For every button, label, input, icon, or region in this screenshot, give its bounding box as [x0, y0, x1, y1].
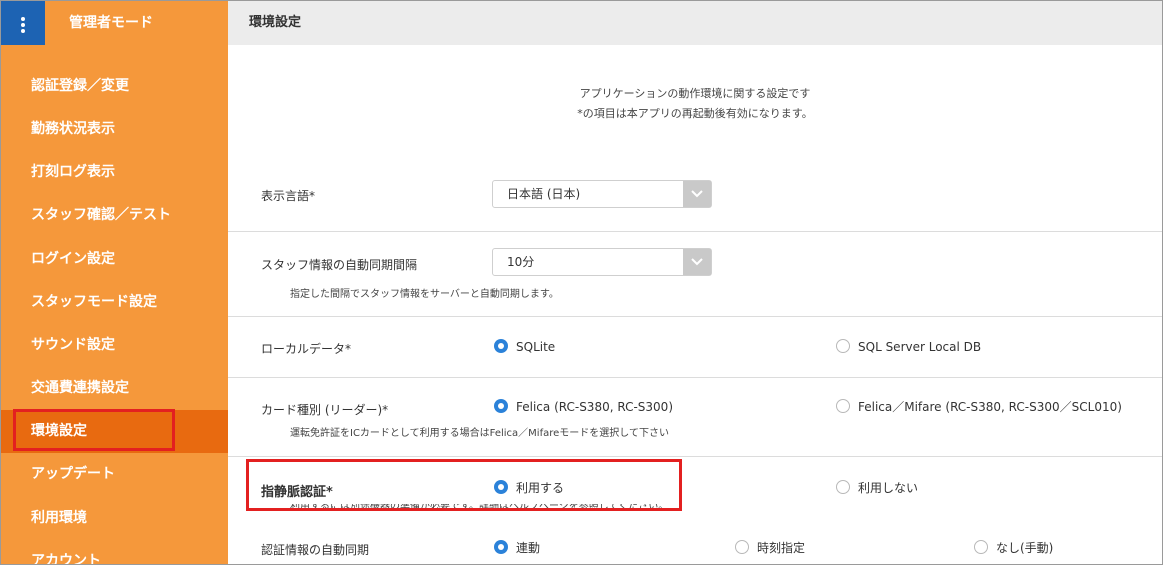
radio-label: SQL Server Local DB — [858, 340, 982, 354]
sidebar: 管理者モード 認証登録／変更 勤務状況表示 打刻ログ表示 スタッフ確認／テスト … — [1, 1, 228, 564]
sidebar-item-transport[interactable]: 交通費連携設定 — [1, 367, 228, 410]
intro-text: アプリケーションの動作環境に関する設定です — [579, 87, 811, 100]
radio-dot — [836, 339, 850, 353]
radio-label: 利用しない — [858, 481, 919, 495]
intro-note: *の項目は本アプリの再起動後有効になります。 — [577, 107, 813, 120]
language-select[interactable]: 日本語 (日本) — [492, 180, 712, 208]
divider — [228, 377, 1162, 378]
sidebar-header: 管理者モード — [1, 1, 228, 45]
divider — [228, 316, 1162, 317]
radio-label: Felica (RC-S380, RC-S300) — [516, 400, 673, 414]
radio-label: 連動 — [516, 541, 541, 555]
highlight-box-sidebar — [13, 409, 175, 451]
divider — [228, 456, 1162, 457]
sidebar-item-update[interactable]: アップデート — [1, 453, 228, 496]
radio-label: SQLite — [516, 340, 556, 354]
radio-felica-mifare[interactable]: Felica／Mifare (RC-S380, RC-S300／SCL010) — [836, 398, 1122, 416]
sync-interval-help: 指定した間隔でスタッフ情報をサーバーと自動同期します。 — [290, 289, 559, 300]
radio-dot — [974, 540, 988, 554]
auth-sync-label: 認証情報の自動同期 — [261, 543, 370, 557]
radio-sync-linked[interactable]: 連動 — [494, 539, 540, 557]
radio-dot — [494, 339, 508, 353]
sidebar-item-login-settings[interactable]: ログイン設定 — [1, 238, 228, 281]
chevron-down-icon[interactable] — [683, 181, 711, 207]
sidebar-item-usage-env[interactable]: 利用環境 — [1, 497, 228, 540]
radio-felica[interactable]: Felica (RC-S380, RC-S300) — [494, 398, 673, 416]
radio-sql-server[interactable]: SQL Server Local DB — [836, 338, 981, 356]
sidebar-item-auth-register[interactable]: 認証登録／変更 — [1, 65, 228, 108]
sidebar-item-staff-test[interactable]: スタッフ確認／テスト — [1, 194, 228, 237]
sidebar-item-staff-mode[interactable]: スタッフモード設定 — [1, 281, 228, 324]
radio-dot — [494, 540, 508, 554]
radio-sync-time[interactable]: 時刻指定 — [735, 539, 805, 557]
chevron-down-icon[interactable] — [683, 249, 711, 275]
sidebar-item-sound[interactable]: サウンド設定 — [1, 324, 228, 367]
sidebar-item-account[interactable]: アカウント — [1, 540, 228, 564]
sidebar-item-work-status[interactable]: 勤務状況表示 — [1, 108, 228, 151]
radio-label: なし(手動) — [996, 541, 1054, 555]
highlight-box-vein — [246, 459, 682, 511]
page-header: 環境設定 — [228, 1, 1162, 45]
menu-button[interactable] — [1, 1, 45, 45]
sidebar-title: 管理者モード — [69, 15, 153, 31]
page-title: 環境設定 — [249, 15, 302, 30]
card-type-label: カード種別 (リーダー)* — [261, 403, 389, 417]
main-panel: 環境設定 アプリケーションの動作環境に関する設定です *の項目は本アプリの再起動… — [228, 1, 1162, 564]
sync-interval-value: 10分 — [507, 255, 535, 269]
vertical-dots-icon — [21, 16, 25, 33]
sync-interval-label: スタッフ情報の自動同期間隔 — [261, 258, 418, 272]
sidebar-item-stamp-log[interactable]: 打刻ログ表示 — [1, 151, 228, 194]
local-data-label: ローカルデータ* — [261, 342, 352, 356]
language-label: 表示言語* — [261, 189, 316, 203]
language-value: 日本語 (日本) — [507, 187, 581, 201]
radio-sqlite[interactable]: SQLite — [494, 338, 555, 356]
card-type-help: 運転免許証をICカードとして利用する場合はFelica／Mifareモードを選択… — [290, 428, 669, 439]
radio-label: Felica／Mifare (RC-S380, RC-S300／SCL010) — [858, 400, 1122, 414]
sync-interval-select[interactable]: 10分 — [492, 248, 712, 276]
radio-vein-not-use[interactable]: 利用しない — [836, 479, 918, 497]
radio-sync-manual[interactable]: なし(手動) — [974, 539, 1053, 557]
radio-dot — [836, 480, 850, 494]
app-window: 管理者モード 認証登録／変更 勤務状況表示 打刻ログ表示 スタッフ確認／テスト … — [0, 0, 1163, 565]
radio-dot — [735, 540, 749, 554]
radio-label: 時刻指定 — [757, 541, 806, 555]
divider — [228, 231, 1162, 232]
radio-dot — [836, 399, 850, 413]
radio-dot — [494, 399, 508, 413]
